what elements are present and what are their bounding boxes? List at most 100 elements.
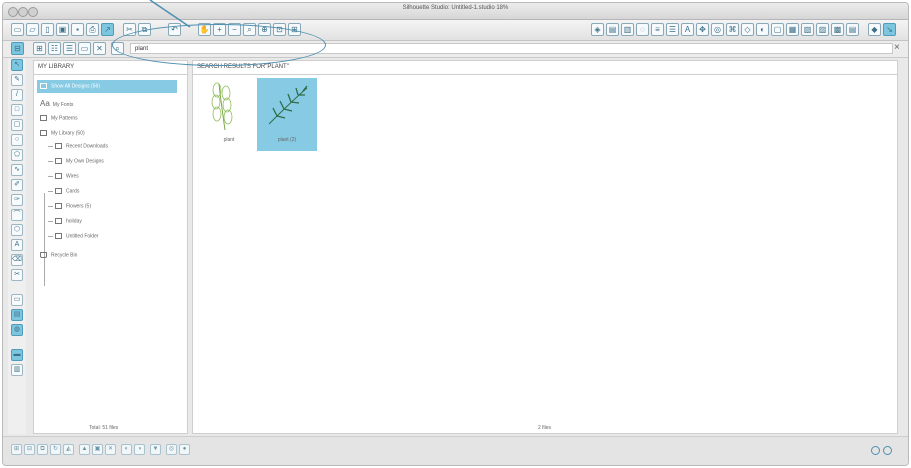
grid-view-icon[interactable]: ⊞: [33, 42, 46, 55]
line-color-icon[interactable]: ▤: [606, 23, 619, 36]
library-item-untitled-folder[interactable]: Untitled Folder: [48, 233, 99, 239]
modify-icon[interactable]: ◎: [711, 23, 724, 36]
eraser-tool-icon[interactable]: ⌫: [11, 254, 23, 266]
arrange-icon[interactable]: ▣: [92, 444, 103, 455]
refresh-icon[interactable]: [883, 446, 892, 455]
curve-tool-icon[interactable]: ∿: [11, 164, 23, 176]
fill-color-icon[interactable]: ◈: [591, 23, 604, 36]
delete-icon[interactable]: ✕: [93, 42, 106, 55]
smooth-freehand-tool-icon[interactable]: ✑: [11, 194, 23, 206]
leaf-outline-icon: [211, 82, 233, 131]
align-icon[interactable]: ≡: [651, 23, 664, 36]
details-view-icon[interactable]: ☰: [63, 42, 76, 55]
cut-send-icon[interactable]: ↗: [101, 23, 114, 36]
clear-search-button[interactable]: ×: [894, 42, 900, 53]
library-item-holiday[interactable]: holiday: [48, 218, 82, 224]
fit-window-icon[interactable]: ⊞: [288, 23, 301, 36]
zoom-in-icon[interactable]: +: [213, 23, 226, 36]
line-tool-icon[interactable]: /: [11, 89, 23, 101]
panel-toggle-icon[interactable]: ▬: [11, 349, 23, 361]
library-item-patterns[interactable]: My Patterns: [40, 115, 78, 121]
knife-icon[interactable]: ◐: [756, 23, 769, 36]
search-icon[interactable]: ⌕: [111, 42, 124, 55]
design-store-icon[interactable]: ◆: [868, 23, 881, 36]
library-item-recent-downloads[interactable]: Recent Downloads: [48, 143, 108, 149]
cut-settings-icon[interactable]: ▧: [801, 23, 814, 36]
library-item-recycle-bin[interactable]: Recycle Bin: [40, 252, 77, 258]
ungroup-icon[interactable]: ⊟: [24, 444, 35, 455]
rounded-rectangle-tool-icon[interactable]: ▢: [11, 119, 23, 131]
rotate-icon[interactable]: ↻: [50, 444, 61, 455]
page-setup-icon[interactable]: ▢: [771, 23, 784, 36]
rectangle-tool-icon[interactable]: □: [11, 104, 23, 116]
result-thumbnail-selected[interactable]: plant (2): [257, 78, 317, 151]
library-view-icon[interactable]: ⊟: [11, 42, 24, 55]
open-folder-icon[interactable]: ▱: [26, 23, 39, 36]
cut-icon[interactable]: ✂: [123, 23, 136, 36]
trace-icon[interactable]: ⌘: [726, 23, 739, 36]
edit-points-icon[interactable]: ✎: [11, 74, 23, 86]
make-compound-icon[interactable]: ◐: [121, 444, 132, 455]
new-document-icon[interactable]: ▭: [11, 23, 24, 36]
new-folder-icon[interactable]: ▭: [78, 42, 91, 55]
duplicate-icon[interactable]: ⧉: [37, 444, 48, 455]
zoom-area-icon[interactable]: ⌕: [243, 23, 256, 36]
library-search-input[interactable]: plant: [130, 43, 893, 54]
result-thumbnail[interactable]: plant: [199, 78, 259, 151]
store-icon[interactable]: ▤: [846, 23, 859, 36]
lock-icon[interactable]: ●: [179, 444, 190, 455]
polygon-tool-icon[interactable]: ⬠: [11, 149, 23, 161]
trace-area-icon[interactable]: ◎: [166, 444, 177, 455]
library-item-my-own-designs[interactable]: My Own Designs: [48, 158, 104, 164]
arc-tool-icon[interactable]: ⌒: [11, 209, 23, 221]
folder-icon: [55, 143, 62, 149]
delete-object-icon[interactable]: ✕: [105, 444, 116, 455]
split-view-icon[interactable]: ▥: [11, 364, 23, 376]
folder-icon: [55, 173, 62, 179]
save-icon[interactable]: ▣: [56, 23, 69, 36]
print-icon[interactable]: ⎙: [86, 23, 99, 36]
layers-icon[interactable]: ▩: [831, 23, 844, 36]
transform-icon[interactable]: ✥: [696, 23, 709, 36]
ellipse-tool-icon[interactable]: ○: [11, 134, 23, 146]
library-item-flowers[interactable]: Flowers (5): [48, 203, 91, 209]
library-panel-icon[interactable]: ↘: [883, 23, 896, 36]
replicate-icon[interactable]: ☰: [666, 23, 679, 36]
library-item-cards[interactable]: Cards: [48, 188, 79, 194]
results-count: 2 files: [538, 425, 552, 431]
library-item-fonts[interactable]: Aa My Fonts: [40, 99, 73, 108]
weld-icon[interactable]: ◭: [63, 444, 74, 455]
list-view-icon[interactable]: ☷: [48, 42, 61, 55]
regular-polygon-tool-icon[interactable]: ⬡: [11, 224, 23, 236]
send-back-icon[interactable]: ▼: [150, 444, 161, 455]
library-item-wires[interactable]: Wires: [48, 173, 79, 179]
copy-icon[interactable]: ⧉: [138, 23, 151, 36]
library-item-my-library[interactable]: My Library (50): [40, 130, 85, 136]
save-as-icon[interactable]: ▪: [71, 23, 84, 36]
pan-icon[interactable]: ✋: [198, 23, 211, 36]
library-icon[interactable]: ▯: [41, 23, 54, 36]
line-style-icon[interactable]: ▥: [621, 23, 634, 36]
window-title: Silhouette Studio: Untitled-1.studio 18%: [402, 5, 509, 11]
offset-icon[interactable]: ◌: [636, 23, 649, 36]
shape-panel-icon[interactable]: ▭: [11, 294, 23, 306]
bring-forward-icon[interactable]: ▲: [79, 444, 90, 455]
library-item-show-all[interactable]: Show All Designs (56): [40, 83, 100, 89]
send-to-icon[interactable]: ▨: [816, 23, 829, 36]
group-icon[interactable]: ⊞: [11, 444, 22, 455]
store-tab-icon[interactable]: ◍: [11, 324, 23, 336]
zoom-out-icon[interactable]: −: [228, 23, 241, 36]
library-tab-icon[interactable]: ▤: [11, 309, 23, 321]
points-icon[interactable]: ◇: [741, 23, 754, 36]
select-tool-icon[interactable]: ↖: [11, 59, 23, 71]
registration-icon[interactable]: ▦: [786, 23, 799, 36]
settings-gear-icon[interactable]: [871, 446, 880, 455]
fit-page-icon[interactable]: ⊡: [273, 23, 286, 36]
zoom-drag-icon[interactable]: ⊕: [258, 23, 271, 36]
text-tool-icon[interactable]: A: [11, 239, 23, 251]
freehand-tool-icon[interactable]: ✐: [11, 179, 23, 191]
release-compound-icon[interactable]: ◑: [134, 444, 145, 455]
knife-tool-icon[interactable]: ✂: [11, 269, 23, 281]
text-style-icon[interactable]: A: [681, 23, 694, 36]
undo-icon[interactable]: ↶: [168, 23, 181, 36]
